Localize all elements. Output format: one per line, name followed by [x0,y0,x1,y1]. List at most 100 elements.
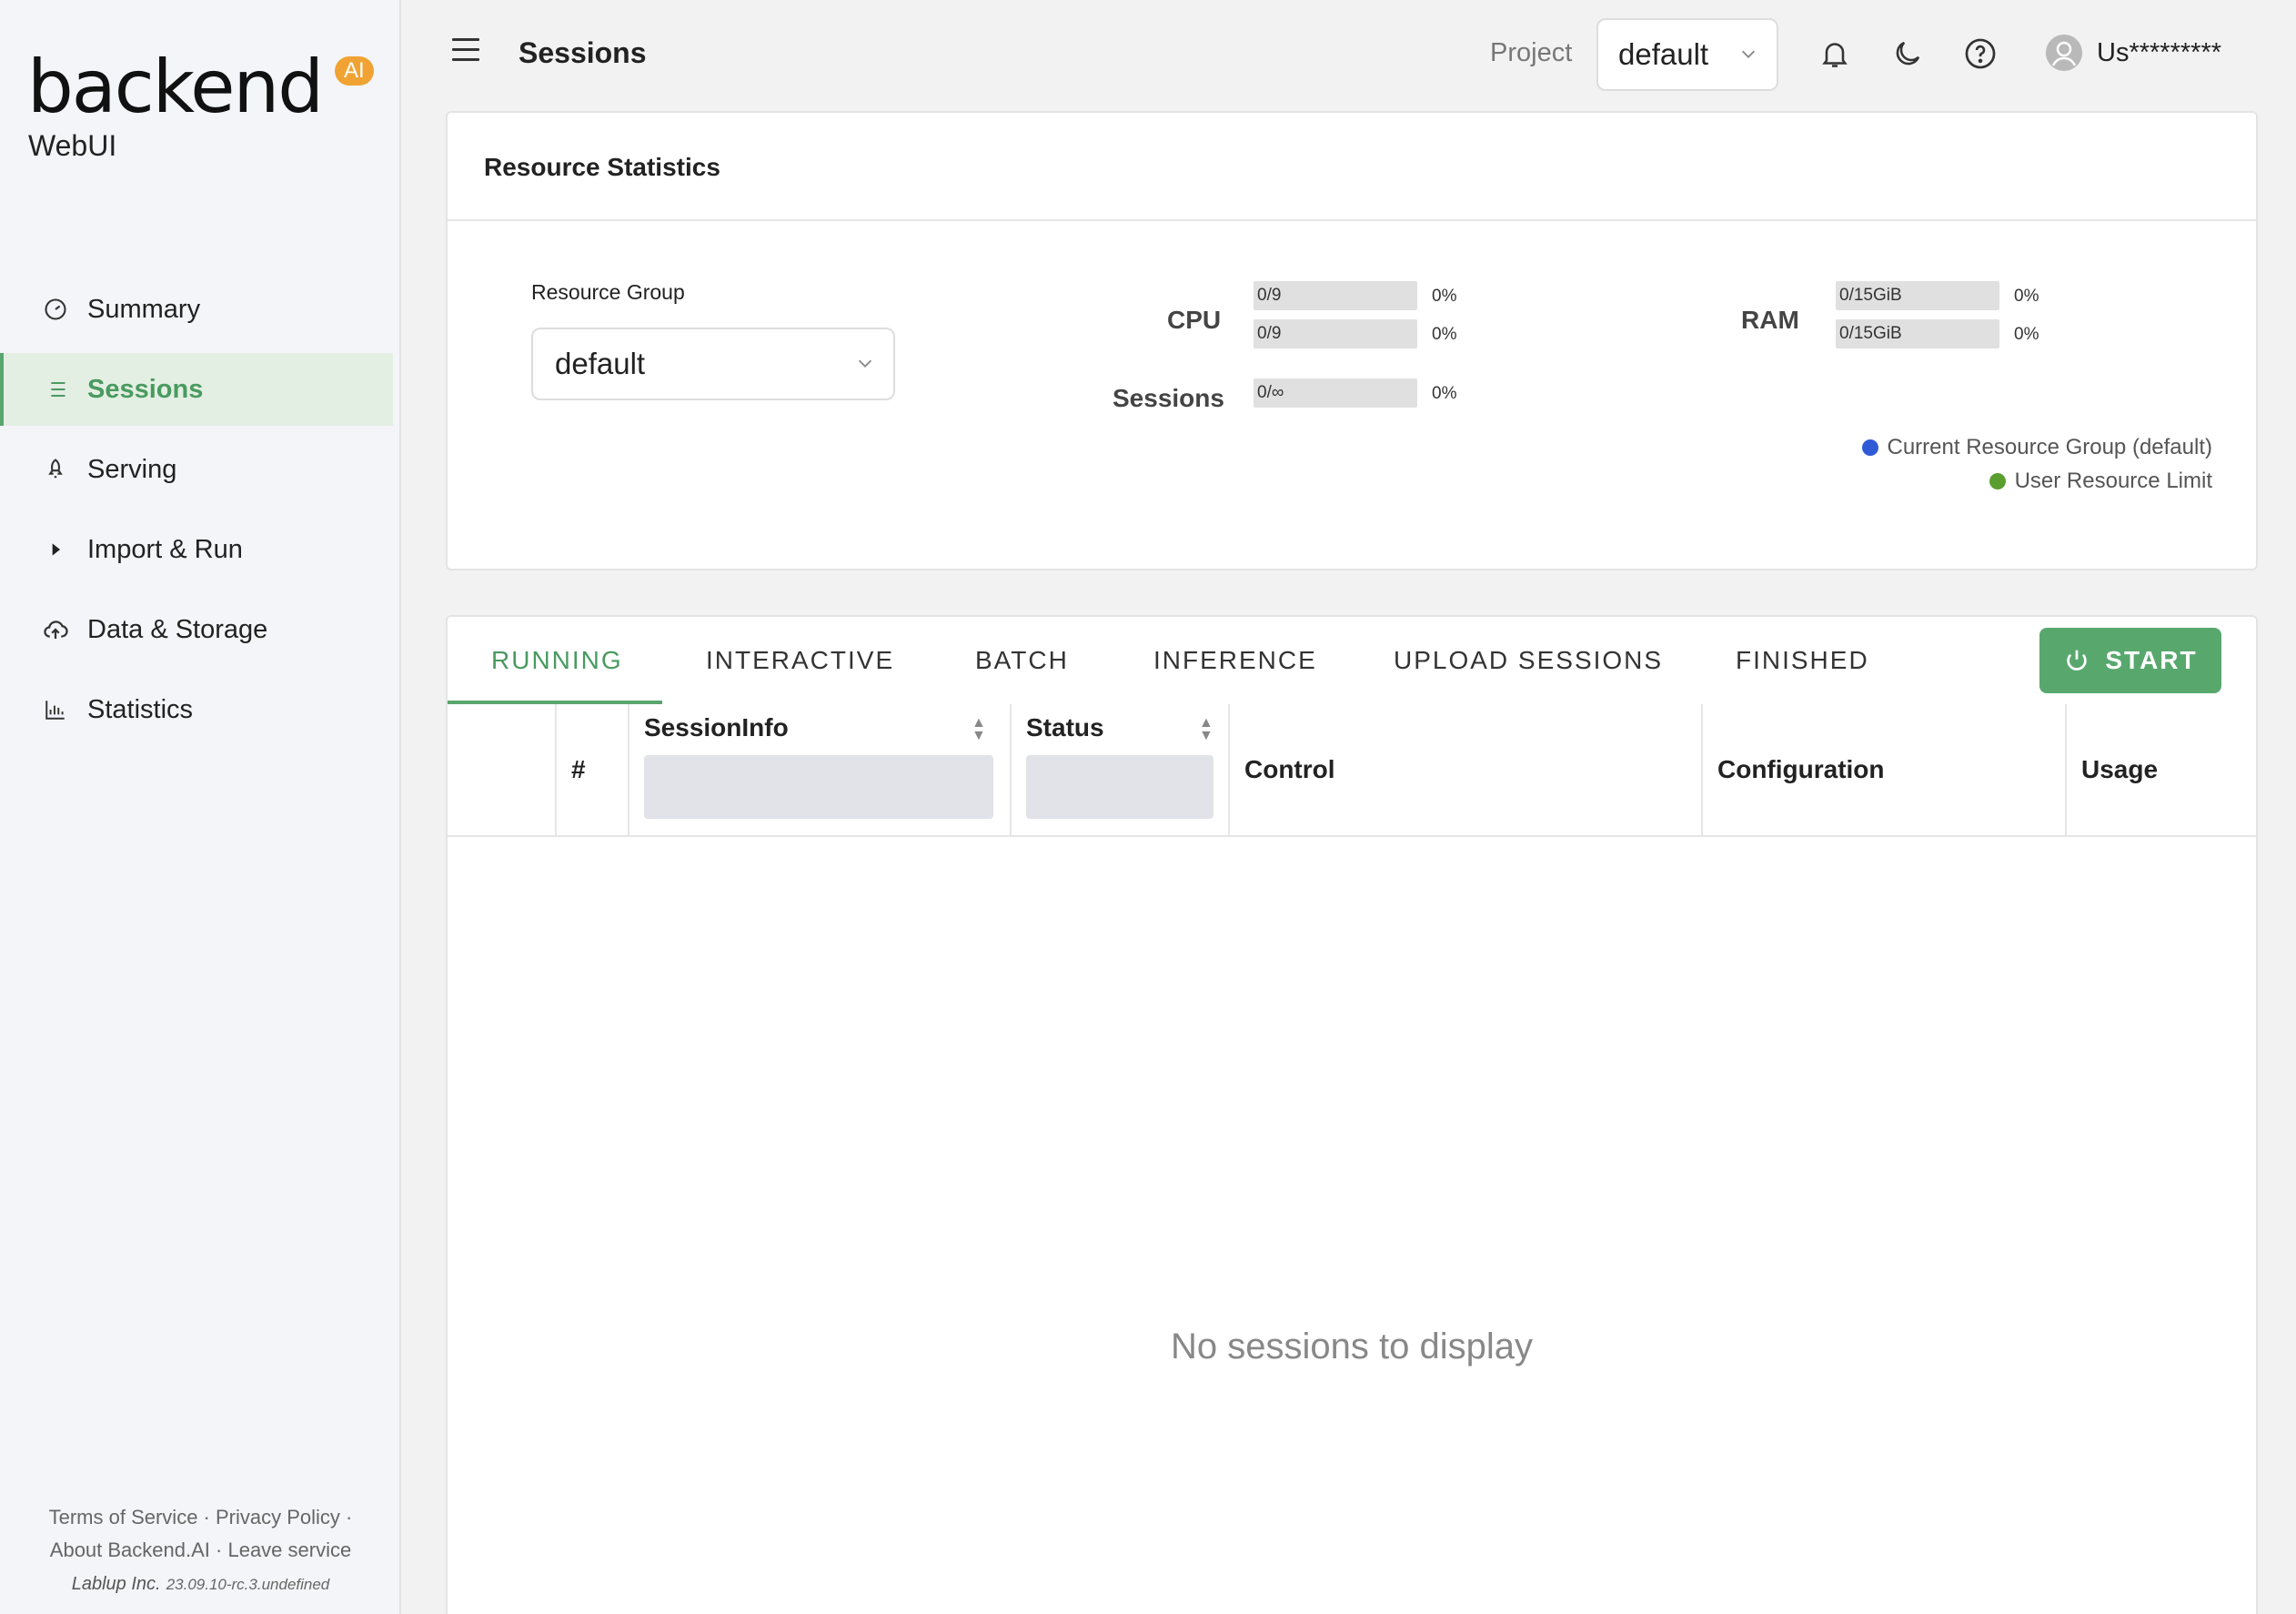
sidebar-item-import-run[interactable]: Import & Run [0,513,401,586]
start-session-button[interactable]: START [2039,628,2221,693]
column-title: Configuration [1717,755,1885,783]
bar-text: 0/9 [1257,324,1282,343]
sidebar-item-data-storage[interactable]: Data & Storage [0,593,401,666]
column-title[interactable]: Status [1026,713,1104,742]
sidebar-item-label: Summary [87,294,201,324]
bar-text: 0/9 [1257,286,1282,305]
sidebar-item-label: Serving [87,454,177,484]
sidebar-item-label: Statistics [87,694,194,724]
sidebar-nav: Summary Sessions Serving Import & Run Da… [0,273,401,753]
sidebar-item-label: Data & Storage [87,614,268,644]
divider [448,219,2256,221]
sessions-percent: 0% [1432,384,1457,403]
cpu-current-percent: 0% [1432,287,1457,306]
column-title: Usage [2081,755,2159,783]
legend-user-resource-limit: User Resource Limit [1989,469,2212,494]
project-select-value: default [1618,37,1709,71]
leave-service-link[interactable]: Leave service [227,1538,351,1561]
help-icon[interactable] [1961,35,1999,73]
menu-hamburger-icon[interactable] [452,38,479,68]
company-name: Lablup Inc. [71,1574,161,1594]
bar-chart-icon [42,696,69,723]
index-column-header: # [555,704,628,835]
cpu-label: CPU [1167,306,1222,334]
about-link[interactable]: About Backend.AI [50,1538,210,1561]
checkbox-column-header [448,704,557,835]
dark-mode-moon-icon[interactable] [1888,35,1927,73]
sort-icon[interactable]: ▲ ▼ [972,716,986,743]
sessions-label: Sessions [1113,384,1224,412]
sidebar-item-sessions[interactable]: Sessions [0,353,393,426]
logo-subtitle: WebUI [28,129,117,162]
separator: · [197,1506,216,1528]
user-avatar-icon[interactable] [2046,35,2082,71]
tab-upload-sessions[interactable]: UPLOAD SESSIONS [1394,646,1663,708]
logo-wordmark: backend [27,45,324,129]
page-title: Sessions [519,36,647,69]
user-name[interactable]: Us********* [2097,38,2221,68]
sessioninfo-column-header: SessionInfo ▲ ▼ [628,704,1010,835]
bell-icon[interactable] [1816,35,1854,73]
ram-label: RAM [1741,306,1799,334]
sidebar-item-statistics[interactable]: Statistics [0,673,401,746]
list-icon [42,376,69,403]
logo-ai-badge: AI [335,56,374,86]
power-icon [2063,647,2090,674]
sidebar-item-label: Import & Run [87,534,243,564]
column-title[interactable]: SessionInfo [644,713,789,742]
sessions-bar: 0/∞ [1254,378,1417,408]
sidebar: backend AI WebUI Summary Sessions Servin… [0,0,401,1614]
column-title: Control [1244,755,1335,783]
cpu-limit-percent: 0% [1432,325,1457,344]
resource-group-select[interactable]: default [531,328,895,400]
sidebar-item-summary[interactable]: Summary [0,273,401,346]
privacy-link[interactable]: Privacy Policy [216,1506,340,1528]
ram-limit-percent: 0% [2014,325,2039,344]
tab-batch[interactable]: BATCH [975,646,1069,708]
resource-group-value: default [555,347,646,380]
tab-inference[interactable]: INFERENCE [1153,646,1317,708]
legend-current-resource-group: Current Resource Group (default) [1861,435,2213,460]
terms-link[interactable]: Terms of Service [49,1506,198,1528]
resource-group-label: Resource Group [531,280,685,304]
sidebar-item-label: Sessions [87,374,204,404]
bar-text: 0/∞ [1257,383,1284,402]
status-column-header: Status ▲ ▼ [1010,704,1228,835]
ram-limit-bar: 0/15GiB [1836,319,1999,348]
rocket-icon [42,456,69,483]
bar-text: 0/15GiB [1839,286,1902,305]
status-filter-input[interactable] [1026,755,1213,819]
sessioninfo-filter-input[interactable] [644,755,993,819]
legend-label: Current Resource Group (default) [1887,435,2213,459]
control-column-header: Control [1228,704,1701,835]
project-label: Project [1490,38,1573,67]
ram-current-bar: 0/15GiB [1836,281,1999,310]
resource-statistics-card: Resource Statistics Resource Group defau… [446,111,2258,570]
column-title: # [571,755,586,783]
usage-column-header: Usage [2065,704,2258,835]
tab-finished[interactable]: FINISHED [1736,646,1869,708]
project-select[interactable]: default [1596,18,1778,91]
table-header: # SessionInfo ▲ ▼ Status ▲ ▼ Control Confi… [448,704,2256,837]
session-list-card: RUNNING INTERACTIVE BATCH INFERENCE UPLO… [446,615,2258,1614]
bar-text: 0/15GiB [1839,324,1902,343]
empty-state-message: No sessions to display [1171,1327,1533,1367]
sidebar-item-serving[interactable]: Serving [0,433,401,506]
sidebar-footer: Terms of Service · Privacy Policy · Abou… [0,1501,401,1601]
chevron-down-icon [1738,44,1758,69]
tab-interactive[interactable]: INTERACTIVE [706,646,894,708]
separator: · [209,1538,228,1561]
sort-icon[interactable]: ▲ ▼ [1199,716,1213,743]
dashboard-gauge-icon [42,296,69,323]
version-text: 23.09.10-rc.3.undefined [166,1576,330,1593]
cloud-upload-icon [42,616,69,643]
legend-dot [1861,439,1878,456]
start-button-label: START [2105,646,2198,674]
ram-current-percent: 0% [2014,287,2039,306]
configuration-column-header: Configuration [1701,704,2065,835]
chevron-down-icon [855,353,875,378]
top-header: Sessions Project default Us********* [403,0,2296,109]
tab-running[interactable]: RUNNING [491,646,623,708]
app-logo[interactable]: backend AI [27,45,374,129]
legend-label: User Resource Limit [2014,469,2212,493]
